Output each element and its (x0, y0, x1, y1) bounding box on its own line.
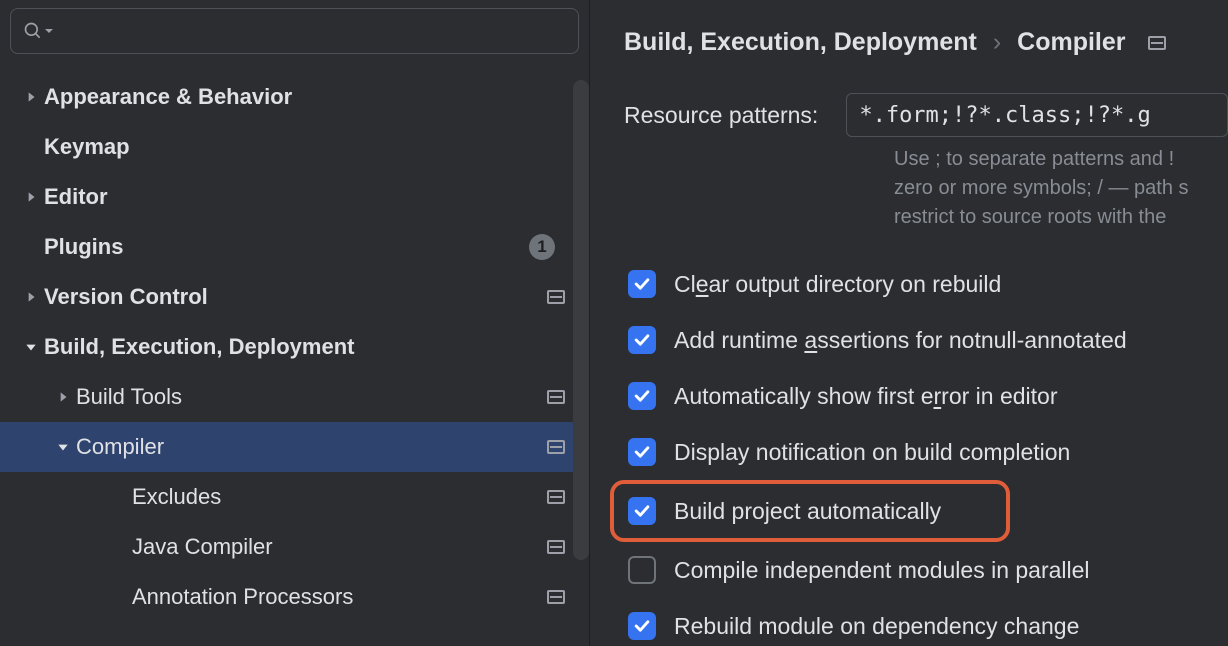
chevron-right-icon (54, 390, 72, 404)
sidebar-item-label: Compiler (76, 434, 539, 460)
option-compile-independent-modules-in[interactable]: Compile independent modules in parallel (624, 542, 1228, 598)
option-label: Compile independent modules in parallel (674, 557, 1090, 584)
chevron-down-icon (54, 440, 72, 454)
option-label: Add runtime assertions for notnull-annot… (674, 327, 1127, 354)
sidebar-item-label: Plugins (44, 234, 529, 260)
breadcrumb-current: Compiler (1017, 28, 1125, 57)
sidebar-item-label: Annotation Processors (132, 584, 539, 610)
resource-patterns-hint: Use ; to separate patterns and ! zero or… (894, 145, 1228, 232)
sidebar-item-label: Java Compiler (132, 534, 539, 560)
settings-tree: Appearance & Behavior Keymap Editor Plugins… (0, 68, 589, 646)
option-add-runtime-[interactable]: Add runtime assertions for notnull-annot… (624, 312, 1228, 368)
resource-patterns-input[interactable] (846, 93, 1228, 137)
chevron-right-icon (22, 190, 40, 204)
project-scope-icon (547, 590, 565, 604)
sidebar-item-label: Appearance & Behavior (44, 84, 565, 110)
sidebar-item-build-tools[interactable]: Build Tools (0, 372, 589, 422)
sidebar-item-java-compiler[interactable]: Java Compiler (0, 522, 589, 572)
project-scope-icon (547, 490, 565, 504)
option-label: Display notification on build completion (674, 439, 1070, 466)
sidebar-item-excludes[interactable]: Excludes (0, 472, 589, 522)
sidebar-item-appearance-behavior[interactable]: Appearance & Behavior (0, 72, 589, 122)
sidebar-item-label: Build Tools (76, 384, 539, 410)
search-input[interactable] (61, 20, 566, 43)
sidebar-item-plugins[interactable]: Plugins1 (0, 222, 589, 272)
checkbox[interactable] (628, 326, 656, 354)
sidebar-item-editor[interactable]: Editor (0, 172, 589, 222)
checkbox[interactable] (628, 438, 656, 466)
search-box[interactable] (10, 8, 579, 54)
checkbox[interactable] (628, 270, 656, 298)
checkbox[interactable] (628, 497, 656, 525)
project-scope-icon (1148, 36, 1166, 50)
chevron-right-icon: › (993, 28, 1001, 57)
option-label: Clear output directory on rebuild (674, 271, 1001, 298)
option-display-notification-on-build-[interactable]: Display notification on build completion (624, 424, 1228, 480)
option-label: Automatically show first error in editor (674, 383, 1057, 410)
chevron-down-icon (43, 25, 55, 37)
scrollbar[interactable] (573, 80, 589, 560)
breadcrumb: Build, Execution, Deployment › Compiler (624, 28, 1228, 57)
sidebar-item-version-control[interactable]: Version Control (0, 272, 589, 322)
option-label: Rebuild module on dependency change (674, 613, 1079, 640)
checkbox[interactable] (628, 556, 656, 584)
option-build-project-automatically[interactable]: Build project automatically (610, 480, 1010, 542)
chevron-right-icon (22, 290, 40, 304)
search-icon (23, 21, 43, 41)
chevron-right-icon (22, 90, 40, 104)
chevron-down-icon (22, 340, 40, 354)
sidebar-item-keymap[interactable]: Keymap (0, 122, 589, 172)
settings-panel: Build, Execution, Deployment › Compiler … (590, 0, 1228, 646)
sidebar-item-label: Build, Execution, Deployment (44, 334, 565, 360)
settings-sidebar: Appearance & Behavior Keymap Editor Plugins… (0, 0, 590, 646)
resource-patterns-label: Resource patterns: (624, 102, 818, 129)
option-rebuild-module-on-dependency-c[interactable]: Rebuild module on dependency change (624, 598, 1228, 646)
sidebar-item-label: Version Control (44, 284, 539, 310)
option-cl[interactable]: Clear output directory on rebuild (624, 256, 1228, 312)
compiler-options: Clear output directory on rebuild Add run… (624, 256, 1228, 646)
sidebar-item-label: Excludes (132, 484, 539, 510)
checkbox[interactable] (628, 382, 656, 410)
project-scope-icon (547, 540, 565, 554)
sidebar-item-build-execution-deployment[interactable]: Build, Execution, Deployment (0, 322, 589, 372)
option-automatically-show-first-e[interactable]: Automatically show first error in editor (624, 368, 1228, 424)
breadcrumb-parent[interactable]: Build, Execution, Deployment (624, 28, 977, 57)
sidebar-item-compiler[interactable]: Compiler (0, 422, 589, 472)
sidebar-item-label: Editor (44, 184, 565, 210)
update-count-badge: 1 (529, 234, 555, 260)
project-scope-icon (547, 290, 565, 304)
checkbox[interactable] (628, 612, 656, 640)
option-label: Build project automatically (674, 498, 941, 525)
resource-patterns-row: Resource patterns: (624, 93, 1228, 137)
sidebar-item-annotation-processors[interactable]: Annotation Processors (0, 572, 589, 622)
project-scope-icon (547, 390, 565, 404)
project-scope-icon (547, 440, 565, 454)
sidebar-item-label: Keymap (44, 134, 565, 160)
